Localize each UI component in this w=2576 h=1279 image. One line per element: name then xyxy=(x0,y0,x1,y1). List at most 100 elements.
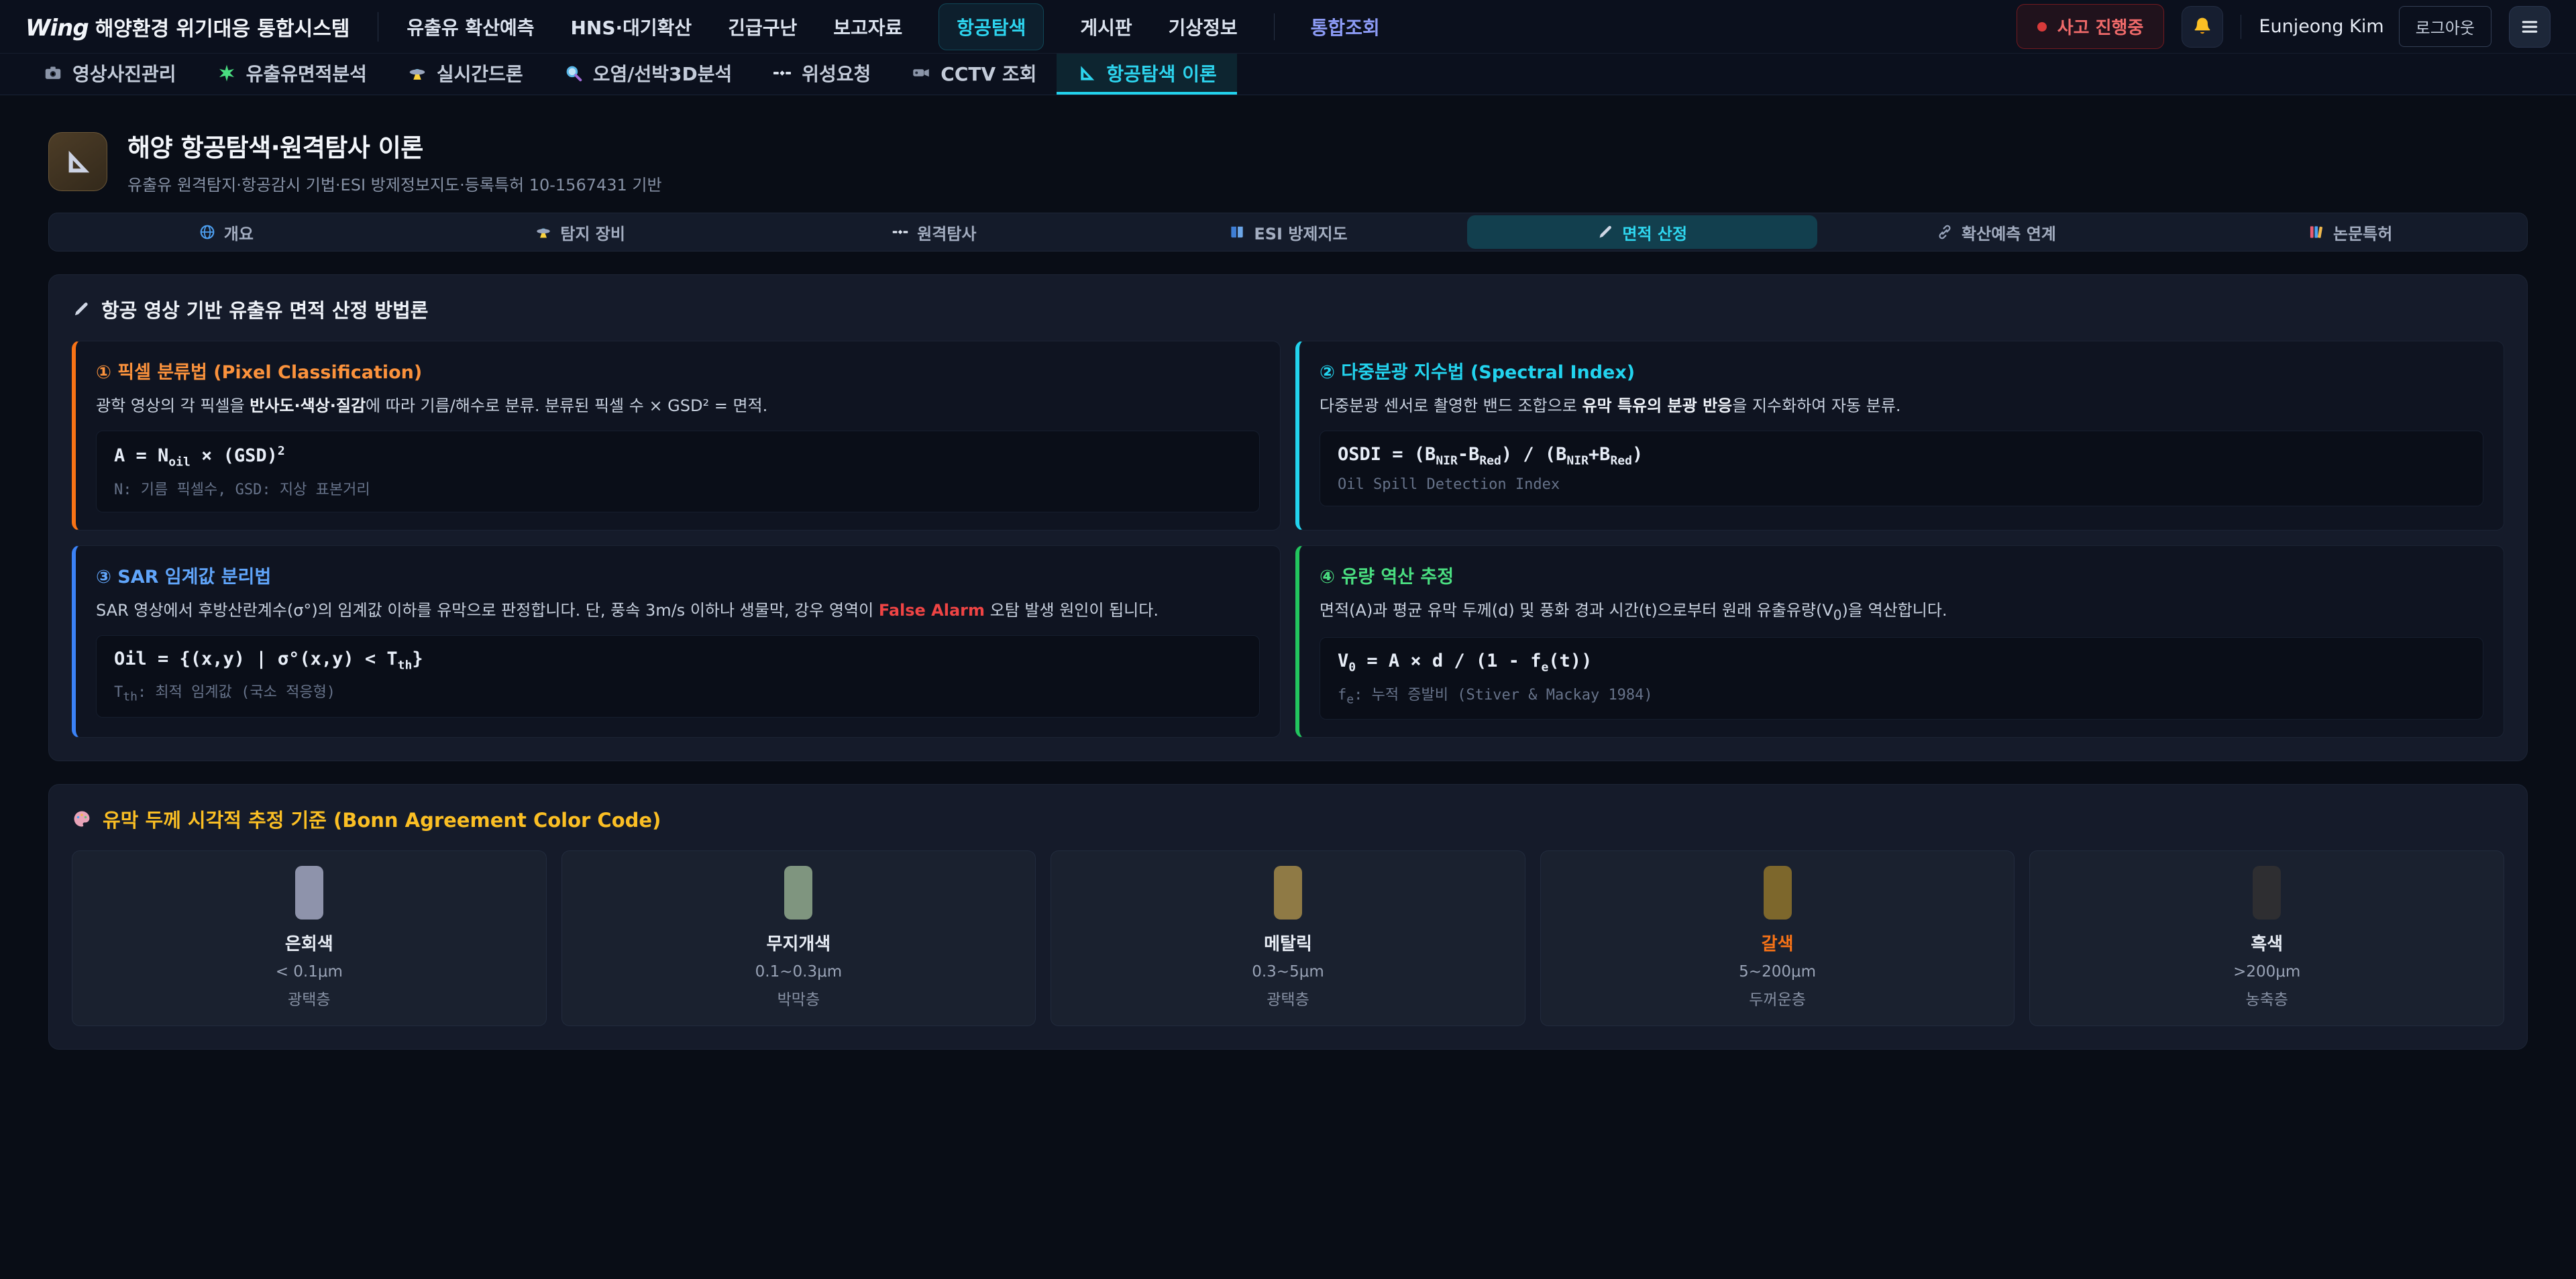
tab-label: ESI 방제지도 xyxy=(1254,221,1347,244)
subnav-tab-1[interactable]: 영상사진관리 xyxy=(23,54,197,95)
subnav-tab-3[interactable]: 실시간드론 xyxy=(387,54,543,95)
bonn-tile-range: 5~200μm xyxy=(1553,963,2002,981)
page-subtitle: 유출유 원격탐지·항공감시 기법·ESI 방제정보지도·등록특허 10-1567… xyxy=(127,172,662,195)
notifications-button[interactable] xyxy=(2182,6,2223,48)
subnav-tab-label: 오염/선박3D분석 xyxy=(593,60,733,87)
tab-2[interactable]: 탐지 장비 xyxy=(405,215,755,249)
link-icon xyxy=(1936,223,1953,241)
subnav-tab-4[interactable]: 오염/선박3D분석 xyxy=(543,54,753,95)
nav-item-7[interactable]: 기상정보 xyxy=(1169,13,1238,40)
subnav-tab-label: CCTV 조회 xyxy=(941,60,1036,87)
bonn-tile-range: 0.1~0.3μm xyxy=(574,963,1024,981)
method-card-3: ③ SAR 임계값 분리법SAR 영상에서 후방산란계수(σ°)의 임계값 이하… xyxy=(72,545,1281,738)
method-card-1: ① 픽셀 분류법 (Pixel Classification) 광학 영상의 각 … xyxy=(72,341,1281,531)
drone-icon xyxy=(407,63,427,83)
subnav-tab-6[interactable]: CCTV 조회 xyxy=(891,54,1057,95)
set-square-icon xyxy=(1077,63,1097,83)
subnav-tab-label: 유출유면적분석 xyxy=(246,60,367,87)
formula-note: Tth: 최적 임계값 (국소 적응형) xyxy=(114,680,1242,704)
bonn-tile-name: 갈색 xyxy=(1553,930,2002,955)
nav-divider xyxy=(1274,13,1275,40)
methods-grid: ① 픽셀 분류법 (Pixel Classification) 광학 영상의 각 … xyxy=(72,341,2504,738)
bonn-tile-2: 무지개색0.1~0.3μm박막층 xyxy=(561,850,1036,1026)
app-title: 해양환경 위기대응 통합시스템 xyxy=(95,12,350,42)
main-content: 해양 항공탐색·원격탐사 이론 유출유 원격탐지·항공감시 기법·ESI 방제정… xyxy=(0,127,2576,1050)
method-card-body: 면적(A)과 평균 유막 두께(d) 및 풍화 경과 시간(t)으로부터 원래 … xyxy=(1320,598,2483,626)
formula-box: OSDI = (BNIR-BRed) / (BNIR+BRed)Oil Spil… xyxy=(1320,431,2483,506)
status-dot-icon xyxy=(2037,22,2047,32)
incident-status-badge: 사고 진행중 xyxy=(2017,4,2165,49)
bonn-tile-1: 은회색 < 0.1μm 광택층 xyxy=(72,850,547,1026)
tab-6[interactable]: 확산예측 연계 xyxy=(1821,215,2171,249)
method-card-title: ④ 유량 역산 추정 xyxy=(1320,562,2483,588)
tab-3[interactable]: 원격탐사 xyxy=(759,215,1109,249)
method-card-title: ① 픽셀 분류법 (Pixel Classification) xyxy=(96,357,1260,384)
bonn-tile-range: >200μm xyxy=(2042,963,2491,981)
nav-item-integrated-search[interactable]: 통합조회 xyxy=(1311,13,1380,40)
bonn-tile-layer: 광택층 xyxy=(85,987,534,1009)
bonn-tile-layer: 두꺼운층 xyxy=(1553,987,2002,1009)
subnav-tab-7[interactable]: 항공탐색 이론 xyxy=(1057,54,1236,95)
nav-item-4[interactable]: 보고자료 xyxy=(833,13,902,40)
nav-item-2[interactable]: HNS·대기확산 xyxy=(570,13,692,40)
bonn-tile-range: < 0.1μm xyxy=(85,963,534,981)
bonn-section: 유막 두께 시각적 추정 기준 (Bonn Agreement Color Co… xyxy=(48,784,2528,1050)
bonn-tile-name: 흑색 xyxy=(2042,930,2491,955)
incident-badge-label: 사고 진행중 xyxy=(2057,14,2144,39)
tab-7[interactable]: 논문특허 xyxy=(2175,215,2525,249)
subnav-tab-5[interactable]: 위성요청 xyxy=(752,54,891,95)
bonn-tile-layer: 광택층 xyxy=(1063,987,1513,1009)
asterisk-icon xyxy=(217,63,237,83)
tab-1[interactable]: 개요 xyxy=(51,215,401,249)
nav-item-5[interactable]: 항공탐색 xyxy=(938,3,1044,50)
docs-icon xyxy=(2308,223,2325,241)
tab-5[interactable]: 면적 산정 xyxy=(1467,215,1817,249)
bonn-tile-name: 메탈릭 xyxy=(1063,930,1513,955)
nav-item-1[interactable]: 유출유 확산예측 xyxy=(407,13,534,40)
main-nav: 유출유 확산예측 HNS·대기확산 긴급구난 보고자료 항공탐색 게시판 기상정보 통합조회 xyxy=(407,3,1379,50)
methods-section-title: 항공 영상 기반 유출유 면적 산정 방법론 xyxy=(72,295,2504,323)
logo-mark: Wing xyxy=(25,15,89,42)
method-card-body: 다중분광 센서로 촬영한 밴드 조합으로 유막 특유의 분광 반응을 지수화하여… xyxy=(1320,394,2483,419)
tab-label: 면적 산정 xyxy=(1622,221,1687,244)
subnav-tab-label: 실시간드론 xyxy=(437,60,523,87)
palette-icon xyxy=(72,809,92,829)
cctv-icon xyxy=(911,63,931,83)
logout-button[interactable]: 로그아웃 xyxy=(2399,6,2491,47)
bonn-tile-layer: 박막층 xyxy=(574,987,1024,1009)
bonn-tile-5: 흑색>200μm농축층 xyxy=(2029,850,2504,1026)
tab-label: 원격탐사 xyxy=(917,221,976,244)
color-swatch xyxy=(784,866,812,920)
tab-label: 확산예측 연계 xyxy=(1962,221,2056,244)
pencil-icon xyxy=(72,300,91,319)
nav-item-3[interactable]: 긴급구난 xyxy=(728,13,797,40)
method-card-body: 광학 영상의 각 픽셀을 반사도·색상·질감에 따라 기름/해수로 분류. 분류… xyxy=(96,394,1260,419)
bonn-tile-name: 은회색 xyxy=(85,930,534,955)
globe-icon xyxy=(199,223,216,241)
nav-item-6[interactable]: 게시판 xyxy=(1080,13,1132,40)
formula-box: A = Noil × (GSD)2N: 기름 픽셀수, GSD: 지상 표본거리 xyxy=(96,431,1260,512)
pencil-icon xyxy=(1597,223,1614,241)
bonn-tile-3: 메탈릭 0.3~5μm 광택층 xyxy=(1051,850,1525,1026)
subnav-tab-2[interactable]: 유출유면적분석 xyxy=(197,54,387,95)
bonn-tile-range: 0.3~5μm xyxy=(1063,963,1513,981)
tab-label: 개요 xyxy=(224,221,254,244)
tab-label: 논문특허 xyxy=(2333,221,2392,244)
formula: Oil = {(x,y) | σ°(x,y) < Tth} xyxy=(114,649,1242,672)
set-square-icon xyxy=(62,146,93,177)
hamburger-menu-button[interactable] xyxy=(2509,6,2551,48)
subnav-tab-label: 위성요청 xyxy=(802,60,871,87)
hamburger-icon xyxy=(2520,17,2540,37)
formula-note: fe: 누적 증발비 (Stiver & Mackay 1984) xyxy=(1338,683,2465,706)
satellite-icon xyxy=(892,223,909,241)
sub-navigation: 영상사진관리 유출유면적분석 실시간드론 오염/선박3D분석 위성요청 CCTV 조회 항공… xyxy=(0,54,2576,95)
method-card-2: ② 다중분광 지수법 (Spectral Index) 다중분광 센서로 촬영한 … xyxy=(1295,341,2504,531)
color-swatch xyxy=(2253,866,2281,920)
user-name: Eunjeong Kim xyxy=(2259,16,2383,37)
formula-box: V0 = A × d / (1 - fe(t))fe: 누적 증발비 (Stiv… xyxy=(1320,637,2483,720)
color-swatch xyxy=(1764,866,1792,920)
color-swatch xyxy=(1274,866,1302,920)
subnav-tab-label: 영상사진관리 xyxy=(72,60,176,87)
tab-4[interactable]: ESI 방제지도 xyxy=(1113,215,1463,249)
method-card-title: ② 다중분광 지수법 (Spectral Index) xyxy=(1320,357,2483,384)
